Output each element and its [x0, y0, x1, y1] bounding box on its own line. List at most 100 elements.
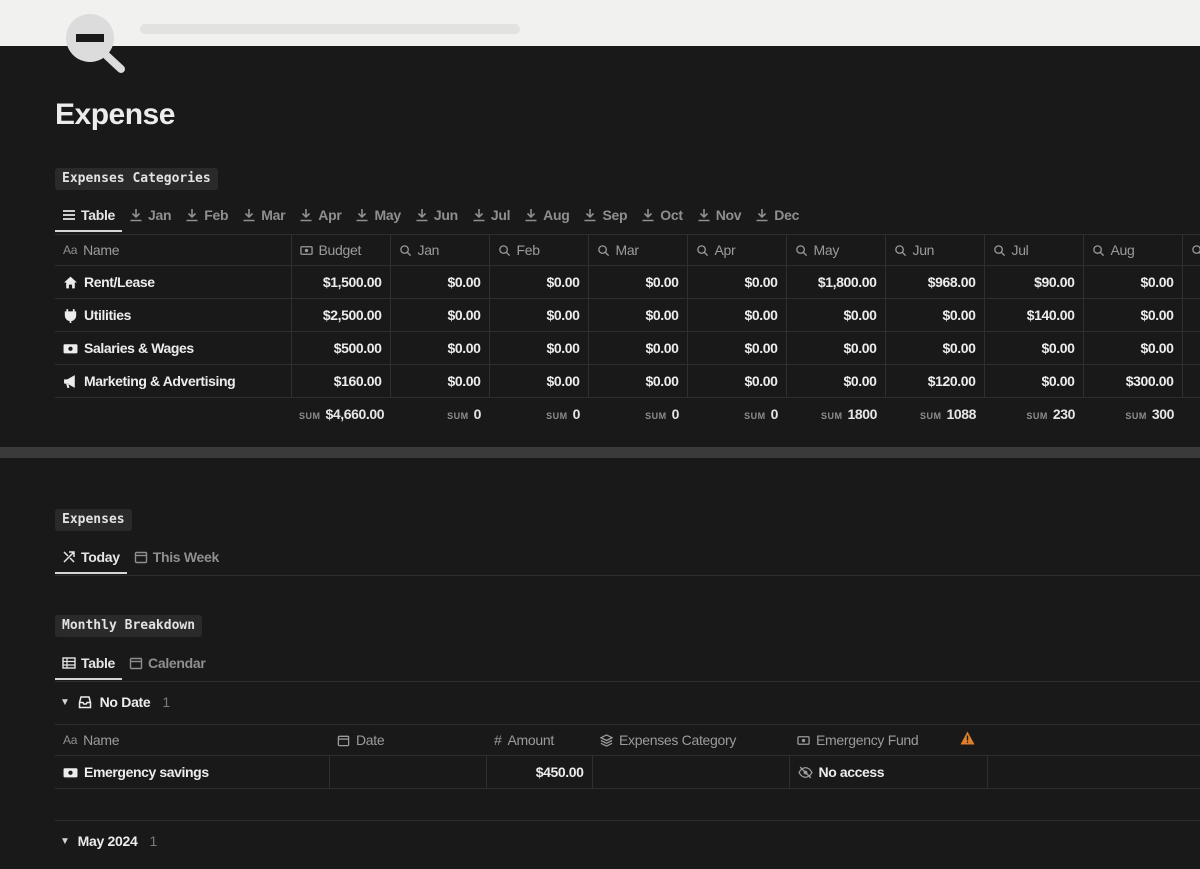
view-tab-oct[interactable]: Oct [634, 200, 689, 230]
view-tab-mar[interactable]: Mar [235, 200, 292, 230]
cell[interactable]: $0.00 [687, 364, 787, 398]
view-tab-feb[interactable]: Feb [178, 200, 235, 230]
row-name-cell[interactable]: Emergency savings [55, 755, 330, 789]
cell[interactable]: $0.00 [588, 364, 688, 398]
warning-icon[interactable] [960, 731, 975, 745]
cell[interactable]: $0.00 [390, 298, 490, 332]
cell-empty[interactable] [1182, 298, 1200, 332]
column-header-may[interactable]: May [786, 234, 886, 266]
cell[interactable]: $0.00 [489, 331, 589, 365]
cell[interactable]: $0.00 [390, 331, 490, 365]
view-tab-apr[interactable]: Apr [292, 200, 348, 230]
table-row[interactable]: Utilities $2,500.00 $0.00 $0.00 $0.00 $0… [55, 298, 1200, 332]
date-cell[interactable] [329, 755, 487, 789]
table-row[interactable]: Rent/Lease $1,500.00 $0.00 $0.00 $0.00 $… [55, 265, 1200, 299]
view-tab-jan[interactable]: Jan [122, 200, 178, 230]
cell[interactable]: $0.00 [1083, 298, 1183, 332]
cell[interactable]: $0.00 [588, 331, 688, 365]
column-header-aug[interactable]: Aug [1083, 234, 1183, 266]
cell[interactable]: $0.00 [687, 265, 787, 299]
view-tab-jul[interactable]: Jul [465, 200, 517, 230]
cell[interactable]: $968.00 [885, 265, 985, 299]
table-row[interactable]: Emergency savings $450.00 No access [55, 755, 1200, 789]
row-name-cell[interactable]: Salaries & Wages [55, 331, 292, 365]
cell[interactable]: $0.00 [687, 331, 787, 365]
view-tab-this-week[interactable]: This Week [127, 542, 226, 572]
cell[interactable]: $90.00 [984, 265, 1084, 299]
cell-empty[interactable] [1182, 331, 1200, 365]
row-name-cell[interactable]: Rent/Lease [55, 265, 292, 299]
column-header-jul[interactable]: Jul [984, 234, 1084, 266]
view-tab-table[interactable]: Table [55, 648, 123, 680]
cell[interactable]: $0.00 [786, 298, 886, 332]
cell[interactable]: $500.00 [291, 331, 391, 365]
cell[interactable]: $0.00 [489, 298, 589, 332]
expenses-db-title[interactable]: Expenses [55, 509, 132, 531]
cell[interactable]: $0.00 [390, 364, 490, 398]
view-tab-today[interactable]: Today [55, 542, 127, 574]
cell[interactable]: $0.00 [588, 265, 688, 299]
column-header-emergency-fund[interactable]: Emergency Fund [789, 724, 987, 756]
column-header-expenses-category[interactable]: Expenses Category [592, 724, 789, 756]
cell[interactable]: $0.00 [885, 298, 985, 332]
view-tab-calendar[interactable]: Calendar [122, 648, 213, 678]
sum-cell[interactable]: SUM $4,660.00 [291, 398, 390, 431]
column-header-empty[interactable] [987, 724, 1200, 756]
cell[interactable]: $0.00 [588, 298, 688, 332]
cell[interactable]: $2,500.00 [291, 298, 391, 332]
row-name-cell[interactable]: Utilities [55, 298, 292, 332]
fund-cell[interactable]: No access [789, 755, 988, 789]
cell[interactable]: $0.00 [390, 265, 490, 299]
column-header-budget[interactable]: Budget [291, 234, 391, 266]
sum-cell[interactable]: SUM 300 [1083, 398, 1182, 431]
view-tab-may[interactable]: May [348, 200, 407, 230]
sum-cell[interactable]: SUM 1088 [885, 398, 984, 431]
group-header-may-2024[interactable]: ▼ May 2024 1 [60, 833, 157, 849]
view-tab-nov[interactable]: Nov [690, 200, 749, 230]
caret-down-icon[interactable]: ▼ [60, 836, 70, 847]
caret-down-icon[interactable]: ▼ [60, 697, 70, 708]
table-row[interactable]: Marketing & Advertising $160.00 $0.00 $0… [55, 364, 1200, 398]
sum-cell[interactable]: SUM 0 [489, 398, 588, 431]
cell[interactable]: $1,500.00 [291, 265, 391, 299]
column-header-name[interactable]: Aa Name [55, 234, 292, 266]
view-tab-sep[interactable]: Sep [576, 200, 634, 230]
column-header-date[interactable]: Date [329, 724, 486, 756]
column-header-amount[interactable]: # Amount [486, 724, 592, 756]
sum-cell[interactable]: SUM 0 [588, 398, 687, 431]
cell[interactable]: $0.00 [489, 265, 589, 299]
cell[interactable]: $0.00 [984, 364, 1084, 398]
cell[interactable]: $0.00 [489, 364, 589, 398]
magnifier-page-icon[interactable] [62, 12, 128, 74]
cell[interactable]: $300.00 [1083, 364, 1183, 398]
cell-empty[interactable] [1182, 364, 1200, 398]
cell[interactable]: $1,800.00 [786, 265, 886, 299]
sum-cell[interactable]: SUM 0 [390, 398, 489, 431]
view-tab-aug[interactable]: Aug [517, 200, 576, 230]
view-tab-jun[interactable]: Jun [408, 200, 465, 230]
sum-cell[interactable]: SUM 1800 [786, 398, 885, 431]
column-header-apr[interactable]: Apr [687, 234, 787, 266]
cell[interactable]: $0.00 [687, 298, 787, 332]
category-cell[interactable] [592, 755, 790, 789]
row-name-cell[interactable]: Marketing & Advertising [55, 364, 292, 398]
sum-cell[interactable]: SUM 0 [687, 398, 786, 431]
monthly-db-title[interactable]: Monthly Breakdown [55, 615, 203, 637]
cell[interactable]: $0.00 [786, 364, 886, 398]
group-header-no-date[interactable]: ▼ No Date 1 [60, 694, 170, 710]
sum-cell[interactable]: SUM 230 [984, 398, 1083, 431]
column-header-jan[interactable]: Jan [390, 234, 490, 266]
column-header-name[interactable]: Aa Name [55, 724, 329, 756]
cell[interactable]: $0.00 [1083, 265, 1183, 299]
column-header-next[interactable] [1182, 234, 1200, 266]
cell[interactable]: $160.00 [291, 364, 391, 398]
categories-db-title[interactable]: Expenses Categories [55, 168, 218, 190]
cell-empty[interactable] [987, 755, 1200, 789]
cell[interactable]: $0.00 [885, 331, 985, 365]
cell[interactable]: $0.00 [1083, 331, 1183, 365]
cell[interactable]: $140.00 [984, 298, 1084, 332]
cell-empty[interactable] [1182, 265, 1200, 299]
view-tab-table[interactable]: Table [55, 200, 123, 232]
cell[interactable]: $0.00 [786, 331, 886, 365]
column-header-jun[interactable]: Jun [885, 234, 985, 266]
